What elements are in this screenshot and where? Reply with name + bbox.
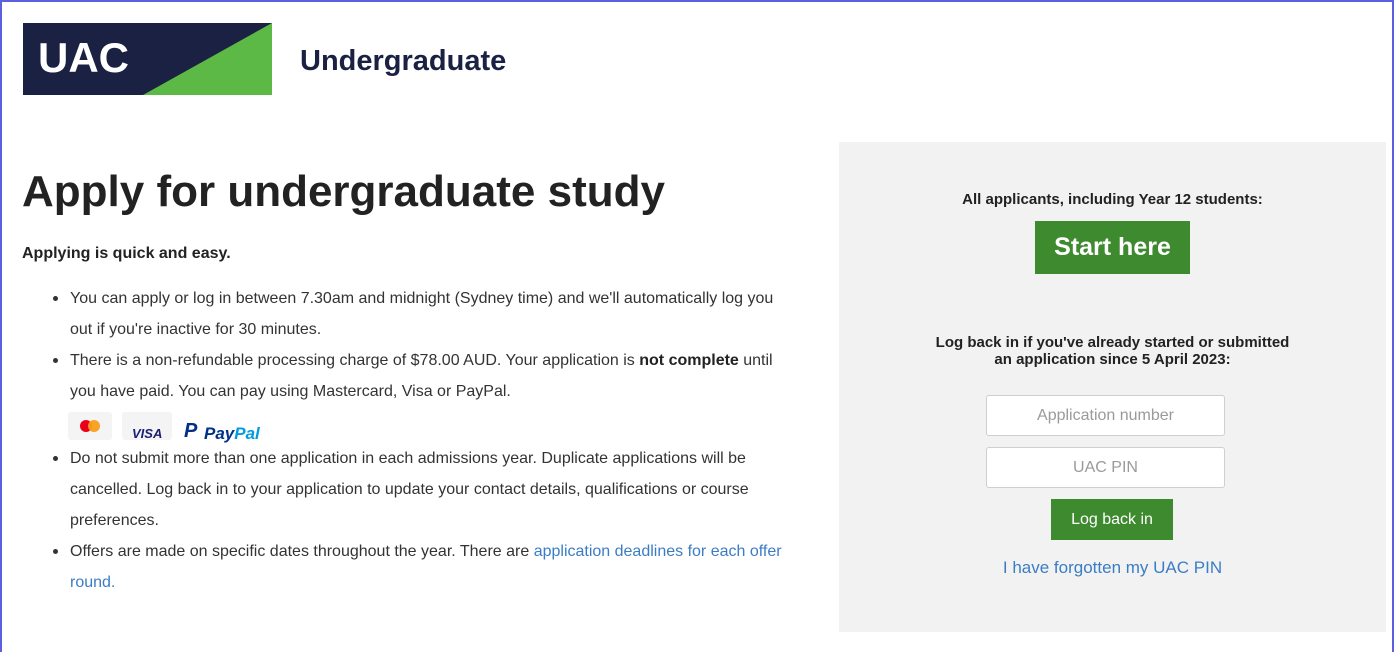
list-item-text-part: Offers are made on specific dates throug…: [70, 543, 534, 560]
login-heading-line: an application since 5 April 2023:: [994, 351, 1231, 368]
intro-text: Applying is quick and easy.: [22, 245, 231, 262]
mastercard-icon: [68, 412, 112, 440]
logo-text: UAC: [38, 34, 129, 81]
paypal-wordmark-pal: Pal: [234, 424, 260, 443]
list-item-bold: not complete: [639, 352, 739, 369]
bullet-icon: [53, 296, 58, 301]
mastercard-orange-circle: [88, 420, 100, 432]
login-heading: Log back in if you've already started or…: [839, 334, 1386, 368]
list-item-text: There is a non-refundable processing cha…: [70, 352, 773, 400]
start-heading: All applicants, including Year 12 studen…: [962, 191, 1263, 208]
payment-methods: VISA P PayPal: [68, 407, 792, 443]
login-panel: All applicants, including Year 12 studen…: [839, 142, 1386, 632]
forgot-pin-link[interactable]: I have forgotten my UAC PIN: [839, 558, 1386, 578]
list-item-text: Offers are made on specific dates throug…: [70, 543, 782, 591]
page-title: Apply for undergraduate study: [22, 167, 665, 216]
list-item: Do not submit more than one application …: [22, 443, 792, 536]
bullet-icon: [53, 358, 58, 363]
bullet-icon: [53, 549, 58, 554]
list-item: You can apply or log in between 7.30am a…: [22, 283, 792, 345]
paypal-wordmark-pay: Pay: [204, 424, 235, 443]
site-title: Undergraduate: [300, 45, 507, 77]
info-list: You can apply or log in between 7.30am a…: [22, 283, 792, 598]
uac-logo[interactable]: UAC: [23, 23, 272, 95]
list-item-text-part: There is a non-refundable processing cha…: [70, 352, 640, 369]
uac-pin-input[interactable]: [986, 447, 1225, 488]
login-heading-line: Log back in if you've already started or…: [935, 334, 1290, 351]
application-number-input[interactable]: [986, 395, 1225, 436]
log-back-in-button[interactable]: Log back in: [1051, 499, 1173, 540]
list-item-text: You can apply or log in between 7.30am a…: [70, 290, 774, 338]
bullet-icon: [53, 456, 58, 461]
logo-green-triangle: [143, 23, 272, 95]
start-here-button[interactable]: Start here: [1035, 221, 1190, 274]
list-item-text: Do not submit more than one application …: [70, 450, 749, 529]
list-item: Offers are made on specific dates throug…: [22, 536, 792, 598]
list-item: There is a non-refundable processing cha…: [22, 345, 792, 443]
visa-icon: VISA: [122, 412, 172, 441]
paypal-icon: P PayPal: [180, 412, 266, 443]
